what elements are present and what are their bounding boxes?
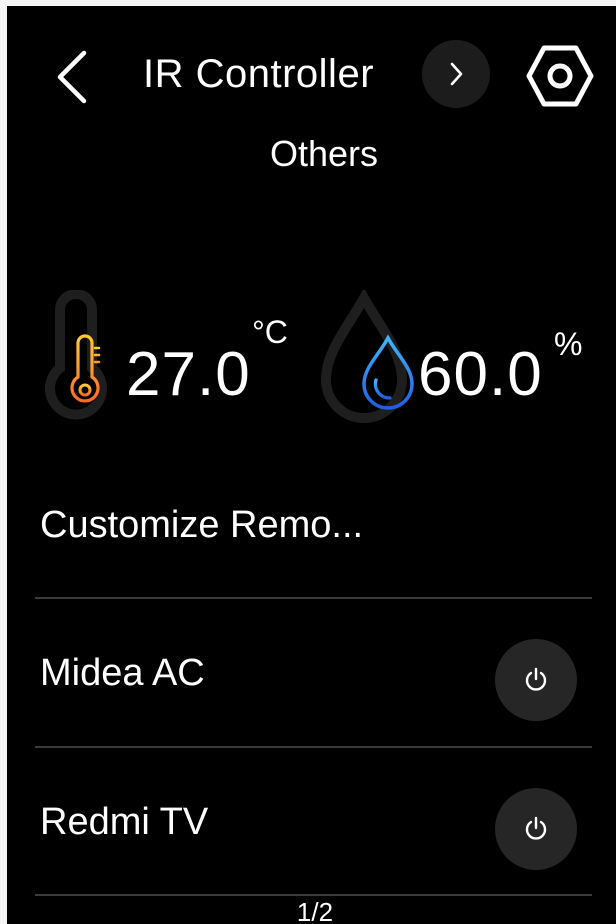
page-title: IR Controller <box>143 52 375 96</box>
divider <box>35 746 592 748</box>
temperature-unit: °C <box>252 314 288 350</box>
page-indicator: 1/2 <box>296 897 334 924</box>
power-button[interactable] <box>495 639 577 721</box>
screen-edge-top <box>0 0 616 6</box>
humidity-sensor: 60.0 % <box>318 290 608 430</box>
screen: IR Controller Others 27.0 °C 60.0 % Cust… <box>0 0 616 924</box>
device-name: Midea AC <box>40 651 205 694</box>
power-icon <box>525 667 547 691</box>
thermometer-icon <box>70 334 101 403</box>
temperature-value: 27.0 <box>126 340 251 409</box>
device-row-midea-ac[interactable]: Midea AC <box>35 603 592 743</box>
humidity-unit: % <box>554 326 583 362</box>
back-button[interactable] <box>50 48 94 106</box>
chevron-left-icon <box>57 50 87 104</box>
chevron-right-icon <box>450 62 463 86</box>
water-drop-icon <box>362 334 414 410</box>
device-category: Others <box>269 133 379 174</box>
customize-remote-item[interactable]: Customize Remo... <box>40 502 363 548</box>
hexagon-gear-icon <box>526 45 594 107</box>
settings-button[interactable] <box>524 42 596 110</box>
device-name: Redmi TV <box>40 800 209 843</box>
divider <box>35 894 592 896</box>
device-row-redmi-tv[interactable]: Redmi TV <box>35 752 592 892</box>
power-icon <box>525 816 547 840</box>
next-button[interactable] <box>422 40 490 108</box>
temperature-sensor: 27.0 °C <box>40 290 310 430</box>
divider <box>35 597 592 599</box>
humidity-value: 60.0 <box>418 340 543 409</box>
power-button[interactable] <box>495 788 577 870</box>
